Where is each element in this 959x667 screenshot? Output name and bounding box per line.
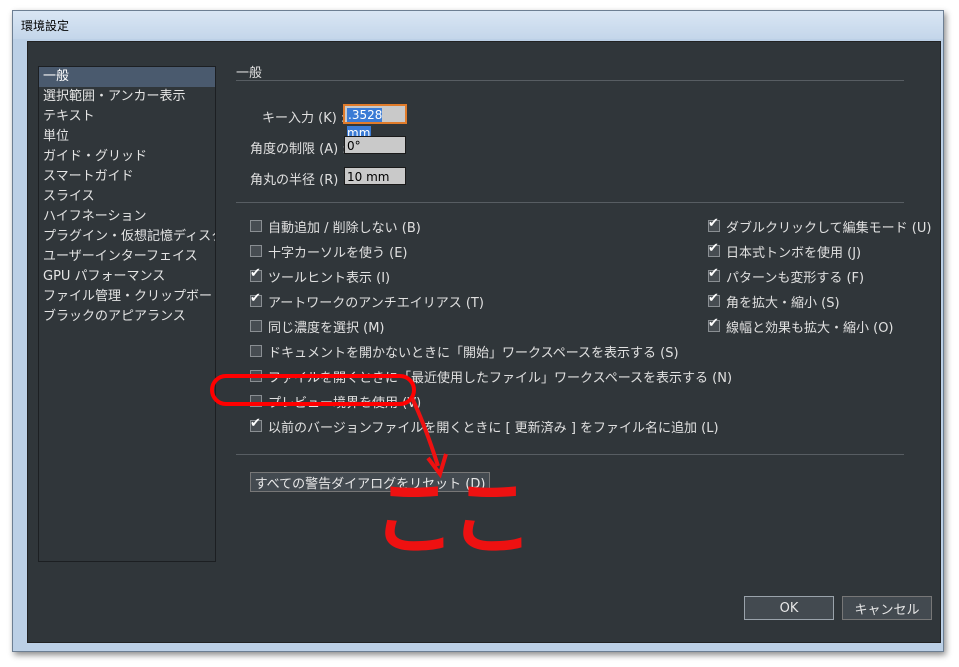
checkbox-label: 十字カーソルを使う (E)	[268, 245, 408, 261]
constrain-angle-field[interactable]: 0°	[344, 136, 406, 154]
checkbox-checked[interactable]	[708, 241, 720, 257]
sidebar-item[interactable]: プラグイン・仮想記憶ディスク	[39, 227, 215, 247]
checkbox-row[interactable]: 十字カーソルを使う (E)	[250, 241, 408, 261]
sidebar-item[interactable]: ブラックのアピアランス	[39, 307, 215, 327]
annotation-text: ここ	[372, 469, 534, 567]
checkbox-row[interactable]: ドキュメントを開かないときに「開始」ワークスペースを表示する (S)	[250, 341, 679, 361]
checkbox-label: 線幅と効果も拡大・縮小 (O)	[726, 320, 894, 336]
checkbox-checked[interactable]	[708, 266, 720, 282]
checkbox-row[interactable]: パターンも変形する (F)	[708, 266, 864, 286]
checkbox-label: ダブルクリックして編集モード (U)	[726, 220, 932, 236]
sidebar-item[interactable]: 選択範囲・アンカー表示	[39, 87, 215, 107]
checkbox-checked[interactable]	[250, 416, 262, 432]
sidebar-item[interactable]: 単位	[39, 127, 215, 147]
corner-radius-field[interactable]: 10 mm	[344, 167, 406, 185]
checkbox-checked[interactable]	[708, 316, 720, 332]
checkbox-label: 以前のバージョンファイルを開くときに [ 更新済み ] をファイル名に追加 (L…	[268, 420, 719, 436]
checkbox-row[interactable]: 以前のバージョンファイルを開くときに [ 更新済み ] をファイル名に追加 (L…	[250, 416, 719, 436]
ok-button[interactable]: OK	[744, 596, 834, 620]
sidebar-item[interactable]: ガイド・グリッド	[39, 147, 215, 167]
sidebar-item[interactable]: ユーザーインターフェイス	[39, 247, 215, 267]
checkbox-unchecked[interactable]	[250, 320, 262, 332]
checkbox-row[interactable]: ダブルクリックして編集モード (U)	[708, 216, 931, 236]
sidebar-item[interactable]: ハイフネーション	[39, 207, 215, 227]
checkbox-row[interactable]: アートワークのアンチエイリアス (T)	[250, 291, 484, 311]
checkbox-checked[interactable]	[250, 291, 262, 307]
annotation-highlight-ring	[210, 374, 416, 406]
divider	[236, 80, 904, 81]
checkbox-label: ツールヒント表示 (I)	[268, 270, 391, 286]
key-input-label: キー入力 (K) :	[262, 111, 346, 126]
sidebar-item[interactable]: テキスト	[39, 107, 215, 127]
sidebar-item[interactable]: 一般	[39, 67, 215, 87]
checkbox-unchecked[interactable]	[250, 345, 262, 357]
key-input-field[interactable]: .3528 mm	[343, 104, 407, 140]
window-title: 環境設定	[21, 19, 70, 33]
checkbox-label: パターンも変形する (F)	[726, 270, 865, 286]
checkbox-row[interactable]: 同じ濃度を選択 (M)	[250, 316, 385, 336]
checkbox-checked[interactable]	[250, 266, 262, 282]
checkbox-unchecked[interactable]	[250, 220, 262, 232]
checkbox-label: 自動追加 / 削除しない (B)	[268, 220, 421, 236]
checkbox-label: 日本式トンボを使用 (J)	[726, 245, 862, 261]
sidebar-item[interactable]: スライス	[39, 187, 215, 207]
checkbox-row[interactable]: 自動追加 / 削除しない (B)	[250, 216, 421, 236]
checkbox-unchecked[interactable]	[250, 245, 262, 257]
category-list: 一般 選択範囲・アンカー表示 テキスト 単位 ガイド・グリッド スマートガイド スライス ハイ…	[38, 66, 216, 562]
checkbox-label: 角を拡大・縮小 (S)	[726, 295, 840, 311]
checkbox-checked[interactable]	[708, 291, 720, 307]
checkbox-row[interactable]: ツールヒント表示 (I)	[250, 266, 390, 286]
checkbox-row[interactable]: 角を拡大・縮小 (S)	[708, 291, 840, 311]
divider	[236, 454, 904, 455]
checkbox-label: 同じ濃度を選択 (M)	[268, 320, 385, 336]
sidebar-item[interactable]: GPU パフォーマンス	[39, 267, 215, 287]
checkbox-row[interactable]: 線幅と効果も拡大・縮小 (O)	[708, 316, 894, 336]
title-bar[interactable]: 環境設定	[13, 11, 943, 39]
constrain-angle-label: 角度の制限 (A) :	[250, 142, 347, 157]
checkbox-label: ドキュメントを開かないときに「開始」ワークスペースを表示する (S)	[268, 345, 679, 361]
checkbox-label: アートワークのアンチエイリアス (T)	[268, 295, 484, 311]
cancel-button[interactable]: キャンセル	[842, 596, 932, 620]
sidebar-item[interactable]: ファイル管理・クリップボード	[39, 287, 215, 307]
sidebar-item[interactable]: スマートガイド	[39, 167, 215, 187]
checkbox-row[interactable]: 日本式トンボを使用 (J)	[708, 241, 861, 261]
divider	[236, 202, 904, 203]
corner-radius-label: 角丸の半径 (R) :	[250, 173, 347, 188]
checkbox-checked[interactable]	[708, 216, 720, 232]
section-title: 一般	[236, 66, 263, 81]
